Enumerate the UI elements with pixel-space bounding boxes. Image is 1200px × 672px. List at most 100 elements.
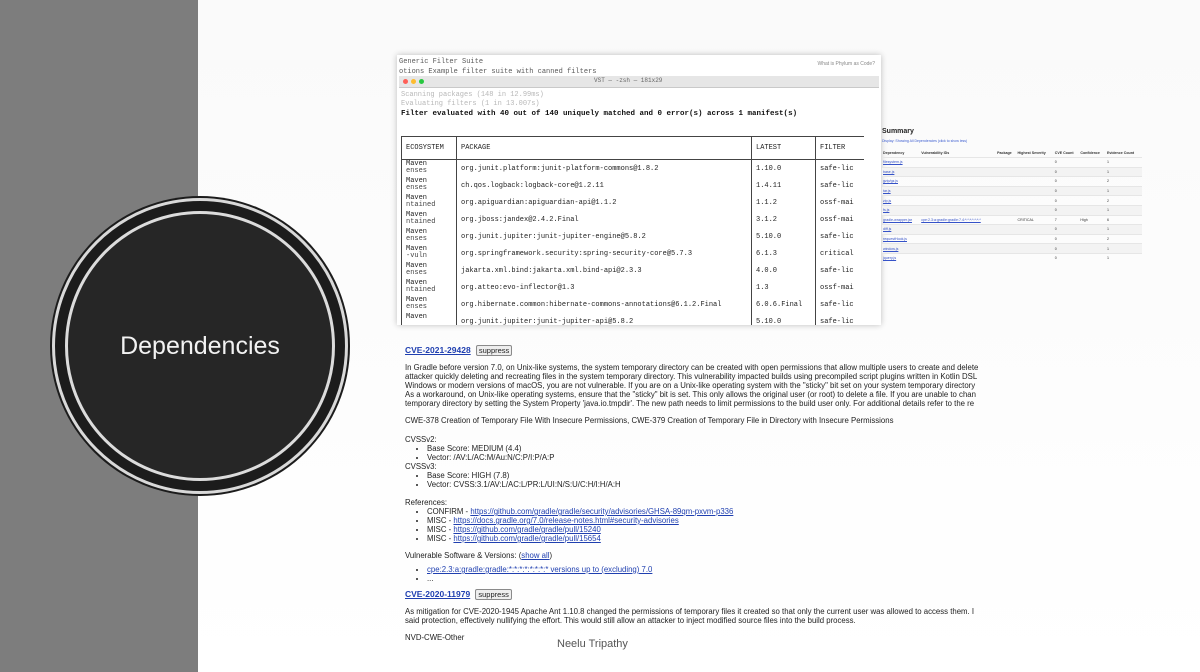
latest-cell: 6.0.6.Final xyxy=(751,296,816,313)
minimize-window-icon[interactable] xyxy=(411,79,416,84)
evidence-count-cell: 2 xyxy=(1105,176,1142,187)
cvss-base-score: Base Score: HIGH (7.8) xyxy=(427,471,1145,480)
package-cell xyxy=(996,166,1017,177)
reference-link[interactable]: https://github.com/gradle/gradle/pull/15… xyxy=(453,534,600,543)
cve-description: attacker quickly deleting and recreating… xyxy=(405,372,978,381)
ecosystem-cell: Maven enses xyxy=(401,159,457,177)
ecosystem-overflow: ntained xyxy=(406,201,436,209)
column-header[interactable]: CVE Count xyxy=(1054,149,1080,158)
package-cell xyxy=(996,204,1017,216)
vulnerability-id[interactable] xyxy=(920,204,997,216)
column-header: FILTER xyxy=(815,136,864,160)
vulnerability-id[interactable] xyxy=(920,252,997,263)
ecosystem-cell: Maven ntained xyxy=(401,194,457,211)
suppress-button[interactable]: suppress xyxy=(475,345,513,356)
evidence-count-cell: 6 xyxy=(1105,214,1142,225)
vulnerability-id[interactable]: cpe:2.3:a:gradle:gradle:7.4:*:*:*:*:*:*:… xyxy=(920,214,997,225)
column-header[interactable]: Dependency xyxy=(882,149,920,158)
cve-count-cell: 0 xyxy=(1053,185,1080,196)
confidence-cell xyxy=(1079,204,1106,216)
reference-link[interactable]: https://github.com/gradle/gradle/pull/15… xyxy=(453,525,600,534)
column-header[interactable]: Confidence xyxy=(1079,149,1106,158)
latest-cell: 6.1.3 xyxy=(751,245,816,262)
package-cell xyxy=(996,233,1017,244)
vulnerability-id[interactable] xyxy=(920,233,997,244)
package-cell xyxy=(996,252,1017,263)
ecosystem-cell: Maven enses xyxy=(401,262,457,279)
dependency-link[interactable]: fs.js xyxy=(882,204,921,216)
ecosystem-overflow: enses xyxy=(406,167,428,175)
vulnerability-id[interactable] xyxy=(920,166,997,177)
terminal-table-row: Maven org.junit.jupiter:junit-jupiter-api… xyxy=(401,313,864,325)
suppress-button[interactable]: suppress xyxy=(475,589,512,600)
confidence-cell xyxy=(1079,224,1106,235)
slide-title: Dependencies xyxy=(120,332,280,360)
vulnerability-id[interactable] xyxy=(920,195,997,206)
summary-table-row: requestHook.js 0 2 xyxy=(882,233,1142,244)
dependency-link[interactable]: gzip/gz.js xyxy=(882,176,921,187)
severity-cell xyxy=(1016,157,1054,168)
package-cell: org.junit.jupiter:junit-jupiter-engine@5… xyxy=(456,228,752,245)
evidence-count-cell: 2 xyxy=(1105,195,1142,206)
cve-count-cell: 0 xyxy=(1053,204,1080,216)
filter-cell: safe-lic xyxy=(815,228,864,245)
evidence-count-cell: 2 xyxy=(1105,233,1142,244)
dependency-link[interactable]: requestHook.js xyxy=(882,233,921,244)
summary-table-row: fs.js 0 1 xyxy=(882,204,1142,216)
package-cell: org.junit.platform:junit-platform-common… xyxy=(456,159,752,177)
vulnerability-id[interactable] xyxy=(920,185,997,196)
ecosystem-overflow: enses xyxy=(406,184,428,192)
column-header[interactable]: Package xyxy=(996,149,1016,158)
cve-link[interactable]: CVE-2021-29428 xyxy=(405,345,471,355)
terminal-table-row: Maven ntained org.apiguardian:apiguardian-… xyxy=(401,194,864,211)
vulnerability-id[interactable] xyxy=(920,157,997,168)
reference-prefix: CONFIRM - xyxy=(427,507,471,516)
vulnerability-id[interactable] xyxy=(920,243,997,254)
cve-link[interactable]: CVE-2020-11979 xyxy=(405,589,470,599)
show-all-link[interactable]: show all xyxy=(521,551,549,560)
terminal-table-row: Maven enses org.junit.jupiter:junit-jupite… xyxy=(401,228,864,245)
column-header: ECOSYSTEM xyxy=(401,136,457,160)
terminal-dim-line: Evaluating filters (1 in 13.007s) xyxy=(401,100,540,108)
filter-cell: safe-lic xyxy=(815,313,864,325)
dependency-link[interactable]: tar.js xyxy=(882,185,921,196)
cve-description: temporary directory by setting the Syste… xyxy=(405,399,975,408)
dependency-link[interactable]: filesystem.js xyxy=(882,157,921,168)
filter-cell: critical xyxy=(815,245,864,262)
cve-count-cell: 0 xyxy=(1053,195,1080,206)
package-cell: org.hibernate.common:hibernate-commons-a… xyxy=(456,296,752,313)
summary-table-row: diff.js 0 1 xyxy=(882,224,1142,235)
reference-link[interactable]: https://github.com/gradle/gradle/securit… xyxy=(470,507,733,516)
package-cell: org.apiguardian:apiguardian-api@1.1.2 xyxy=(456,194,752,211)
package-cell: ch.qos.logback:logback-core@1.2.11 xyxy=(456,177,752,194)
cpe-link[interactable]: cpe:2.3:a:gradle:gradle:*:*:*:*:*:*:*:* … xyxy=(427,565,652,574)
close-window-icon[interactable] xyxy=(403,79,408,84)
reference-link[interactable]: https://docs.gradle.org/7.0/release-note… xyxy=(453,516,678,525)
summary-display-toggle[interactable]: Display: Showing All Dependencies (click… xyxy=(882,139,1142,143)
dependency-link[interactable]: jquery.js xyxy=(882,252,921,263)
column-header[interactable]: Highest Severity xyxy=(1017,149,1054,158)
terminal-dim-line: Scanning packages (148 in 12.99ms) xyxy=(401,91,544,99)
reference-prefix: MISC - xyxy=(427,534,454,543)
dependency-link[interactable]: gradle-wrapper.jar xyxy=(882,214,921,225)
cve-count-cell: 0 xyxy=(1053,224,1080,235)
dependency-link[interactable]: window.js xyxy=(882,243,921,254)
severity-cell: CRITICAL xyxy=(1016,214,1054,225)
zoom-window-icon[interactable] xyxy=(419,79,424,84)
dependency-link[interactable]: zip.js xyxy=(882,195,921,206)
dependency-link[interactable]: diff.js xyxy=(882,224,921,235)
column-header[interactable]: Vulnerability IDs xyxy=(920,149,996,158)
summary-table-row: gzip/gz.js 0 2 xyxy=(882,176,1142,187)
reference-prefix: MISC - xyxy=(427,516,454,525)
vulnerability-id[interactable] xyxy=(920,224,997,235)
reference-item: MISC - https://github.com/gradle/gradle/… xyxy=(427,534,1145,543)
vulnerability-id[interactable] xyxy=(920,176,997,187)
terminal-window-title: VST — -zsh — 181x29 xyxy=(594,77,663,84)
cvss-vector: Vector: /AV:L/AC:M/Au:N/C:P/I:P/A:P xyxy=(427,453,1145,462)
ecosystem-cell: Maven ntained xyxy=(401,279,457,296)
filter-cell: safe-lic xyxy=(815,177,864,194)
dependency-link[interactable]: base.js xyxy=(882,166,921,177)
cve-description: As a workaround, on Unix-like operating … xyxy=(405,390,976,399)
terminal-suite-options: otions Example filter suite with canned … xyxy=(399,68,597,76)
column-header[interactable]: Evidence Count xyxy=(1106,149,1142,158)
